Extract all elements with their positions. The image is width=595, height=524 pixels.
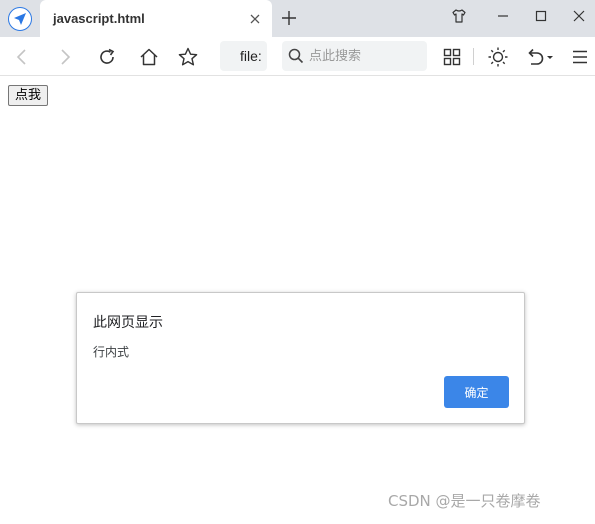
toolbar: file:: [0, 37, 595, 76]
maximize-icon[interactable]: [533, 8, 549, 24]
ok-button[interactable]: 确定: [444, 376, 509, 408]
home-icon[interactable]: [139, 47, 159, 67]
plus-icon[interactable]: [282, 11, 296, 25]
dialog-title: 此网页显示: [93, 315, 163, 331]
tab-active[interactable]: javascript.html: [40, 0, 272, 37]
minimize-icon[interactable]: [495, 8, 511, 24]
chevron-right-icon[interactable]: [55, 47, 75, 67]
tab-strip: javascript.html: [0, 0, 595, 37]
hamburger-icon[interactable]: [571, 47, 589, 67]
address-bar[interactable]: file:: [220, 41, 267, 71]
toolbar-separator: [473, 48, 474, 65]
close-window-icon[interactable]: [571, 8, 587, 24]
search-input[interactable]: [309, 47, 419, 65]
sun-icon[interactable]: [488, 47, 508, 67]
grid-icon[interactable]: [442, 47, 462, 67]
search-box[interactable]: [282, 41, 427, 71]
click-me-button[interactable]: 点我: [8, 85, 49, 106]
tab-title: javascript.html: [53, 11, 145, 26]
close-icon[interactable]: [250, 14, 260, 24]
alert-dialog: 此网页显示 行内式 确定: [76, 292, 525, 424]
dialog-message: 行内式: [93, 345, 130, 359]
chevron-left-icon[interactable]: [12, 47, 32, 67]
shirt-icon[interactable]: [451, 8, 467, 24]
reload-icon[interactable]: [97, 47, 117, 67]
compass-logo-icon[interactable]: [8, 7, 32, 31]
address-text: file:: [240, 48, 262, 64]
undo-icon[interactable]: [525, 47, 555, 67]
star-icon[interactable]: [178, 47, 198, 67]
search-icon: [288, 48, 304, 64]
watermark: CSDN @是一只卷摩卷: [388, 492, 541, 510]
